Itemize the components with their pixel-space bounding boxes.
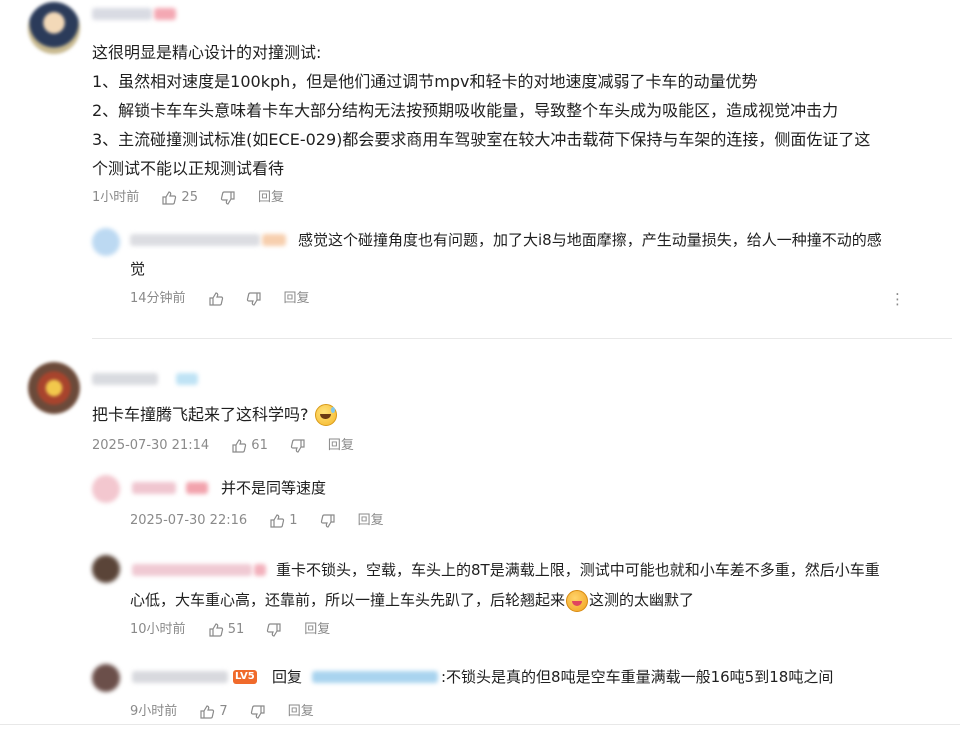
avatar[interactable]: [92, 228, 120, 256]
like-button[interactable]: 25: [161, 189, 198, 208]
reply-time: 10小时前: [130, 622, 186, 638]
thumbs-down-icon: [220, 190, 236, 206]
username[interactable]: [92, 373, 158, 385]
comment-time: 2025-07-30 21:14: [92, 438, 210, 454]
dislike-button[interactable]: [320, 512, 336, 530]
comment-time: 1小时前: [92, 190, 140, 206]
thumbs-up-icon: [269, 513, 285, 529]
dislike-button[interactable]: [246, 290, 262, 308]
reply-prefix: 回复: [272, 668, 303, 686]
thumbs-down-icon: [266, 622, 282, 638]
drooling-emoji-icon: [566, 589, 589, 612]
avatar[interactable]: [28, 2, 80, 54]
reply-text-line: 这测的太幽默了: [589, 591, 695, 609]
like-count: 25: [181, 190, 198, 205]
thumbs-down-icon: [320, 513, 336, 529]
like-button[interactable]: 1: [269, 512, 298, 531]
mentioned-username[interactable]: [312, 671, 438, 683]
thumbs-up-icon: [231, 438, 247, 454]
like-button[interactable]: [208, 290, 224, 308]
comment-text-line: 2、解锁卡车车头意味着卡车大部分结构无法按预期吸收能量，导致整个车头成为吸能区，…: [92, 101, 839, 120]
thumbs-up-icon: [208, 622, 224, 638]
username[interactable]: [130, 234, 260, 246]
user-badge: [154, 8, 176, 20]
reply-time: 14分钟前: [130, 291, 186, 306]
reply-time: 2025-07-30 22:16: [130, 513, 248, 529]
reply-time: 9小时前: [130, 704, 178, 720]
reply-button[interactable]: 回复: [304, 621, 330, 639]
avatar[interactable]: [28, 362, 80, 414]
reply-button[interactable]: 回复: [288, 703, 314, 721]
reply-text-line: :不锁头是真的但8吨是空车重量满载一般16吨5到18吨之间: [441, 668, 834, 686]
reply-text-line: 感觉这个碰撞角度也有问题，加了大i8与地面摩擦，产生动量损失，给人一种撞不动的感: [298, 231, 882, 249]
thumbs-up-icon: [161, 190, 177, 206]
dislike-button[interactable]: [250, 703, 266, 721]
avatar[interactable]: [92, 555, 120, 583]
thumbs-down-icon: [250, 704, 266, 720]
username[interactable]: [132, 671, 228, 683]
avatar[interactable]: [92, 475, 120, 503]
like-button[interactable]: 7: [199, 703, 228, 722]
comment-text-line: 把卡车撞腾飞起来了这科学吗?: [92, 405, 309, 424]
reply-button[interactable]: 回复: [358, 512, 384, 530]
reply-text-line: 心低，大车重心高，还靠前，所以一撞上车头先趴了，后轮翘起来: [130, 591, 566, 609]
laughing-sweat-emoji-icon: [314, 403, 337, 426]
reply-button[interactable]: 回复: [284, 290, 310, 308]
dislike-button[interactable]: [220, 189, 236, 207]
comment-text-line: 1、虽然相对速度是100kph，但是他们通过调节mpv和轻卡的对地速度减弱了卡车…: [92, 72, 758, 91]
user-badge: [254, 564, 266, 576]
dislike-button[interactable]: [290, 437, 306, 455]
reply-button[interactable]: 回复: [258, 189, 284, 207]
thumbs-up-icon: [199, 704, 215, 720]
like-count: 51: [227, 622, 245, 637]
thumbs-down-icon: [290, 438, 306, 454]
dislike-button[interactable]: [266, 621, 282, 639]
user-badge: [176, 373, 198, 385]
divider: [92, 338, 952, 339]
level-badge: LV5: [233, 670, 257, 684]
like-count: 61: [251, 438, 268, 453]
like-button[interactable]: 51: [208, 621, 245, 640]
reply-button[interactable]: 回复: [328, 437, 354, 455]
divider: [0, 724, 960, 725]
thumbs-up-icon: [208, 291, 224, 307]
comment-text-line: 3、主流碰撞测试标准(如ECE-029)都会要求商用车驾驶室在较大冲击载荷下保持…: [92, 130, 871, 149]
like-count: 7: [219, 704, 228, 719]
username[interactable]: [132, 564, 252, 576]
more-options-icon[interactable]: ⋮: [890, 290, 905, 308]
reply-text-line: 觉: [130, 260, 146, 278]
comment-text-line: 这很明显是精心设计的对撞测试:: [92, 43, 322, 62]
thumbs-down-icon: [246, 291, 262, 307]
like-button[interactable]: 61: [231, 437, 268, 456]
user-badge: [186, 482, 208, 494]
avatar[interactable]: [92, 664, 120, 692]
comment-text-line: 个测试不能以正规测试看待: [92, 159, 285, 178]
username[interactable]: [132, 482, 176, 494]
reply-text-line: 重卡不锁头，空载，车头上的8T是满载上限，测试中可能也就和小车差不多重，然后小车…: [276, 561, 880, 579]
username[interactable]: [92, 8, 152, 20]
user-badge: [262, 234, 286, 246]
like-count: 1: [289, 513, 298, 528]
reply-text-line: 并不是同等速度: [221, 479, 327, 497]
